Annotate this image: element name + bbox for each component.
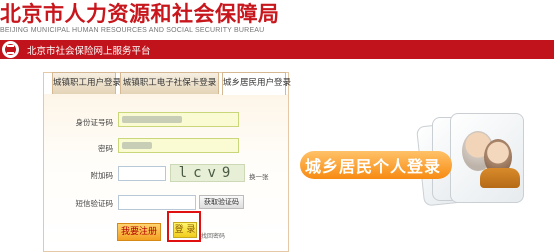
password-label: 密码	[98, 144, 113, 153]
register-button[interactable]: 我要注册	[117, 223, 161, 241]
site-name[interactable]: 北京市社会保险网上服务平台	[27, 43, 151, 57]
tab-urban-employee[interactable]: 城镇职工用户登录	[52, 72, 121, 94]
forgot-password-link[interactable]: 找回密码	[201, 231, 225, 240]
promo-text: 城乡居民个人登录	[305, 157, 442, 176]
id-number-input[interactable]	[118, 112, 239, 127]
captcha-label: 附加码	[90, 171, 114, 180]
bureau-subtitle: BEIJING MUNICIPAL HUMAN RESOURCES AND SO…	[0, 27, 265, 34]
sms-code-input[interactable]	[118, 195, 196, 210]
bureau-title: 北京市人力资源和社会保障局	[0, 2, 280, 26]
social-security-logo-icon	[2, 41, 19, 58]
password-input[interactable]	[118, 138, 239, 153]
captcha-input[interactable]	[118, 166, 166, 181]
sms-code-label: 短信验证码	[75, 199, 114, 208]
refresh-captcha-link[interactable]: 换一张	[249, 171, 269, 181]
tab-rural-resident[interactable]: 城乡居民用户登录	[222, 72, 291, 95]
tab-urban-ecard[interactable]: 城镇职工电子社保卡登录	[120, 72, 219, 94]
nav-bar: 北京市社会保险网上服务平台	[0, 40, 554, 59]
captcha-image: lcv9	[170, 164, 245, 182]
masked-value	[122, 142, 152, 149]
id-number-label: 身份证号码	[75, 118, 114, 127]
get-sms-code-button[interactable]: 获取验证码	[199, 195, 244, 209]
login-button[interactable]: 登 录	[173, 222, 197, 238]
masked-value	[122, 116, 182, 123]
